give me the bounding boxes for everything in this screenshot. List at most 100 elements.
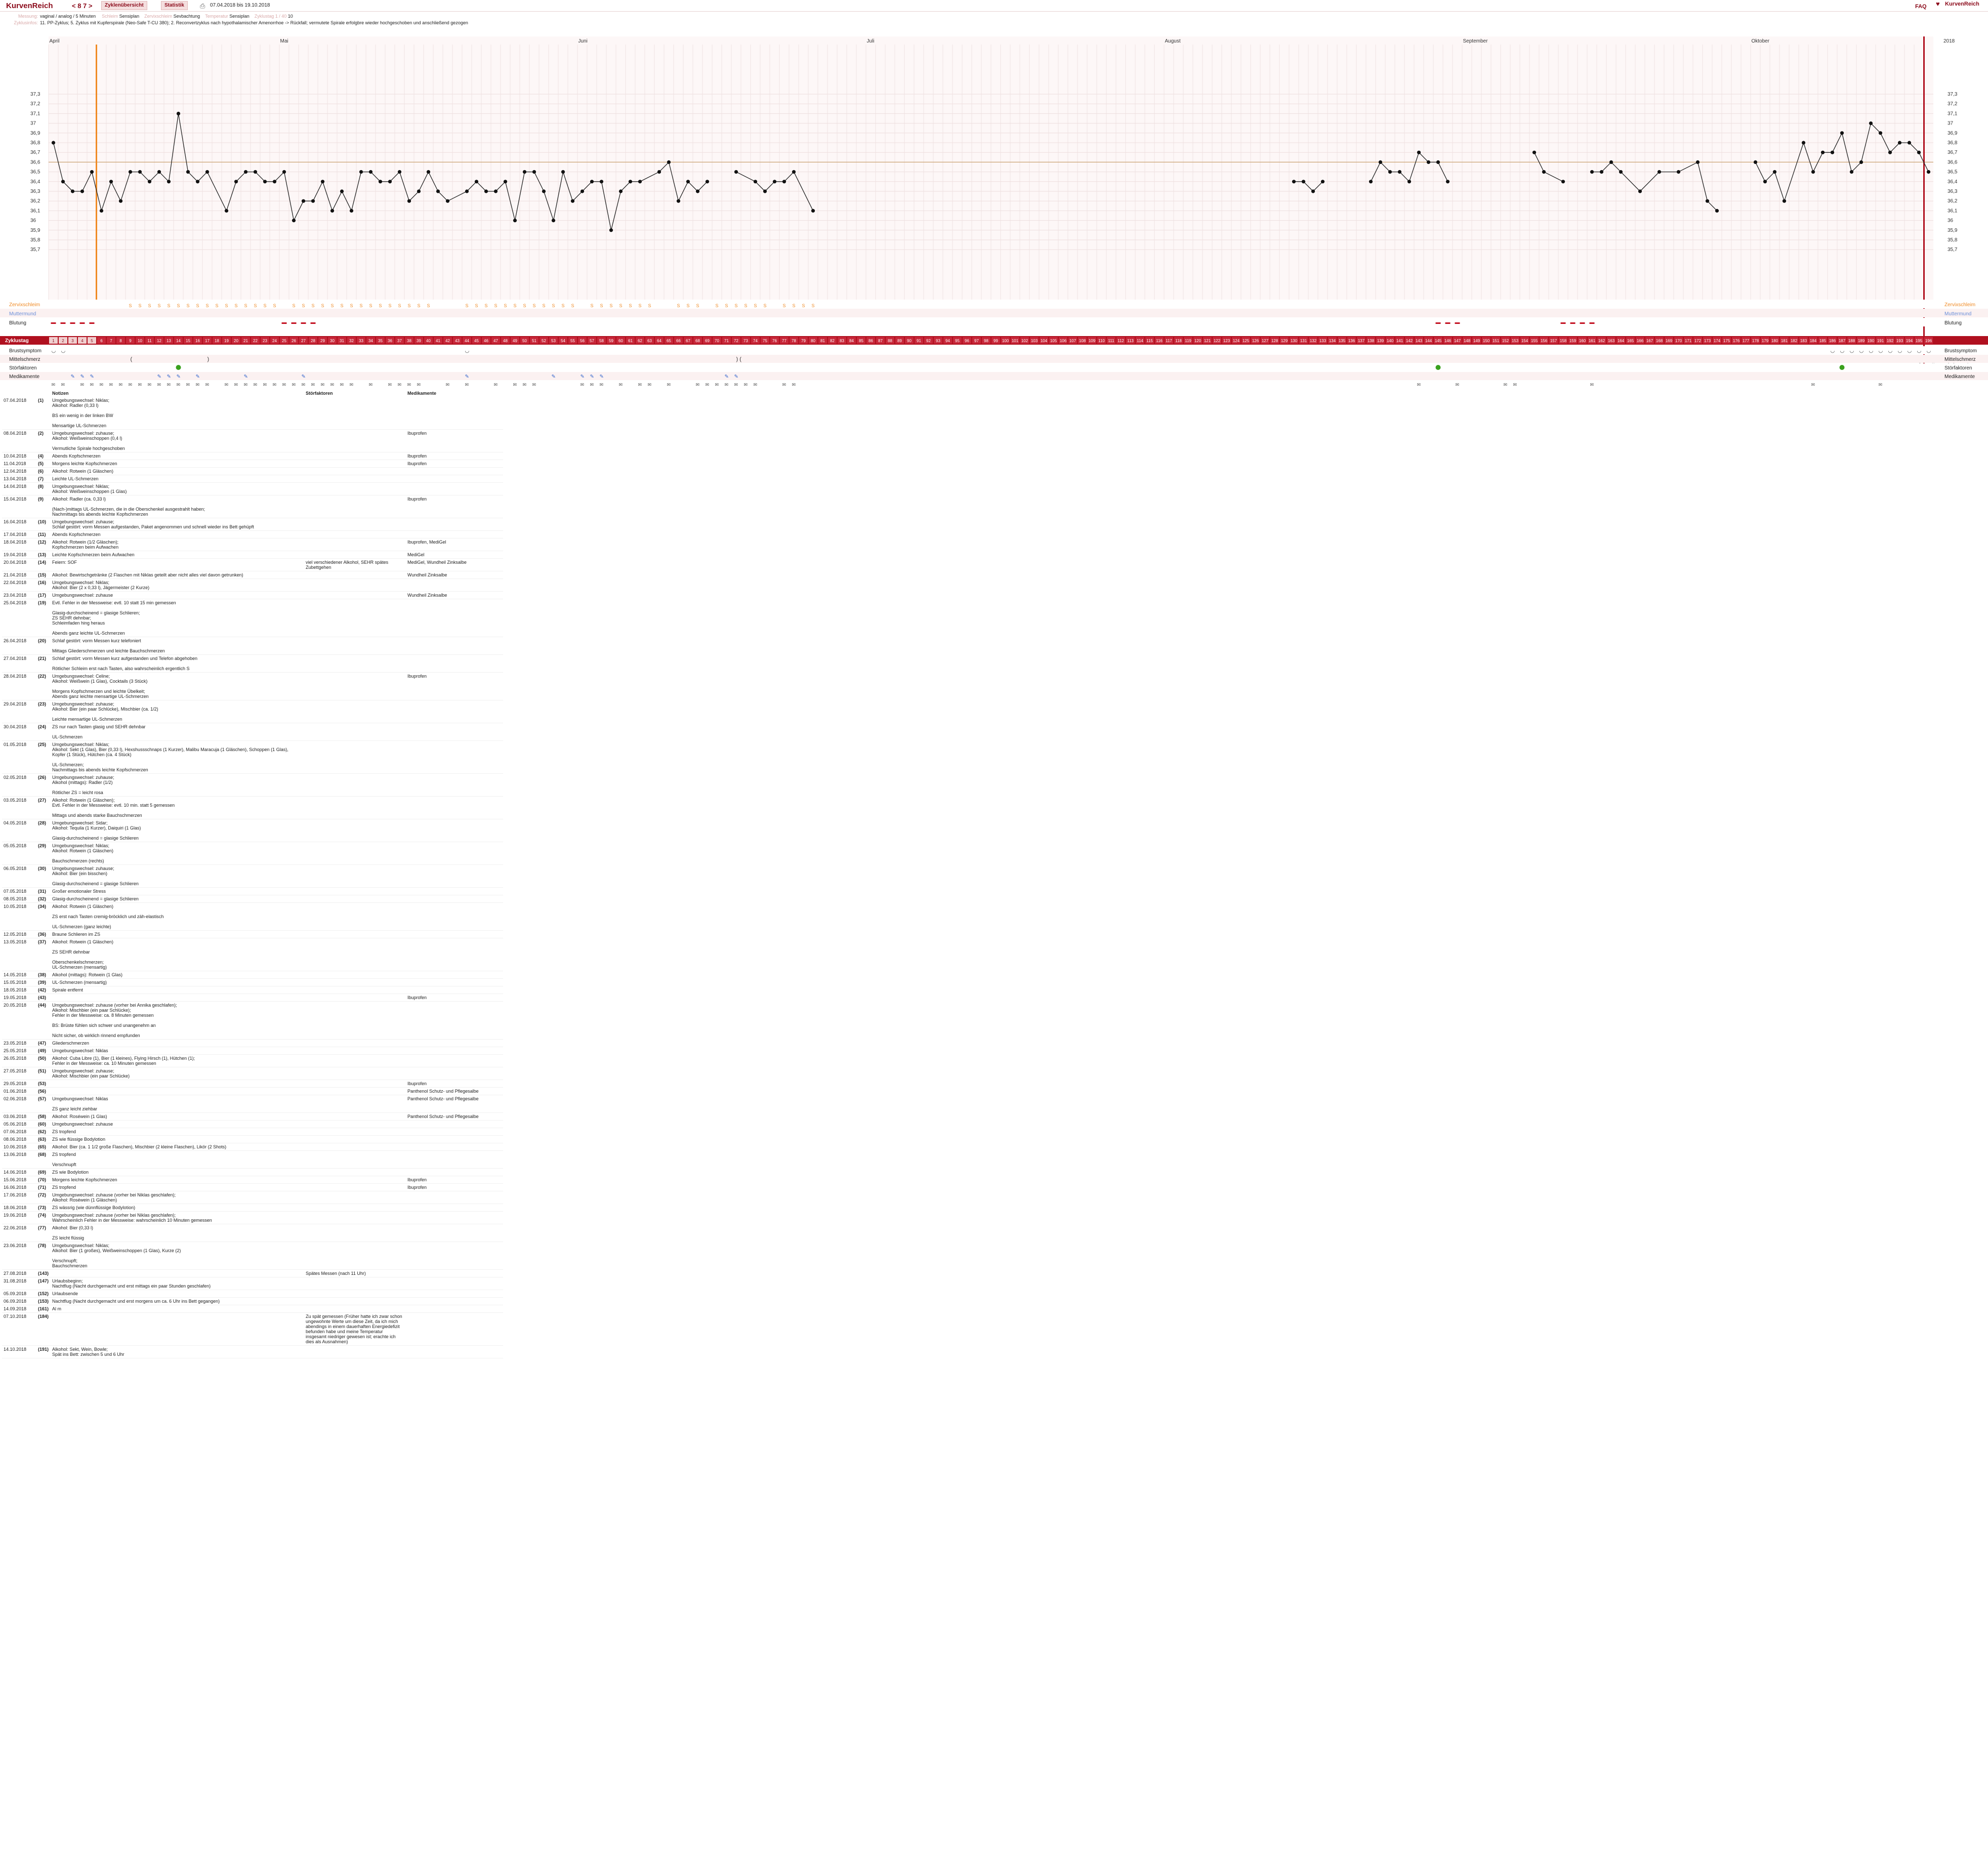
note-icon[interactable]: ✉ — [446, 382, 450, 387]
note-icon[interactable]: ✉ — [513, 382, 517, 387]
mucus-mark: S — [254, 303, 257, 308]
note-icon[interactable]: ✉ — [167, 382, 171, 387]
note-icon[interactable]: ✉ — [388, 382, 392, 387]
note-icon[interactable]: ✉ — [523, 382, 527, 387]
mucus-mark: S — [735, 303, 738, 308]
note-icon[interactable]: ✉ — [600, 382, 604, 387]
statistics-button[interactable]: Statistik — [161, 1, 188, 10]
note-icon[interactable]: ✉ — [754, 382, 758, 387]
note-icon[interactable]: ✉ — [205, 382, 210, 387]
note-icon[interactable]: ✉ — [244, 382, 248, 387]
note-icon[interactable]: ✉ — [590, 382, 594, 387]
note-icon[interactable]: ✉ — [715, 382, 719, 387]
note-icon[interactable]: ✉ — [225, 382, 229, 387]
cycle-day-number: 41 — [436, 339, 440, 343]
note-icon[interactable]: ✉ — [782, 382, 786, 387]
note-icon[interactable]: ✉ — [532, 382, 536, 387]
cycle-day-number: 2 — [62, 339, 64, 343]
note-icon[interactable]: ✉ — [273, 382, 277, 387]
note-icon[interactable]: ✉ — [234, 382, 238, 387]
note-icon[interactable]: ✉ — [129, 382, 133, 387]
note-icon[interactable]: ✉ — [1879, 382, 1883, 387]
note-icon[interactable]: ✉ — [792, 382, 796, 387]
note-icon[interactable]: ✉ — [667, 382, 671, 387]
cycle-navigation[interactable]: < 8 7 > — [72, 2, 92, 10]
note-icon[interactable]: ✉ — [177, 382, 181, 387]
note-disturbance — [304, 1277, 406, 1290]
note-icon[interactable]: ✉ — [744, 382, 748, 387]
note-icon[interactable]: ✉ — [407, 382, 411, 387]
note-date: 18.06.2018 — [2, 1204, 36, 1212]
note-icon[interactable]: ✉ — [369, 382, 373, 387]
note-icon[interactable]: ✉ — [311, 382, 315, 387]
note-icon[interactable]: ✉ — [1513, 382, 1517, 387]
note-date: 26.04.2018 — [2, 637, 36, 655]
cycle-day-number: 52 — [542, 339, 546, 343]
note-icon[interactable]: ✉ — [398, 382, 402, 387]
temp-axis-label-left: 36,3 — [30, 189, 40, 194]
note-icon[interactable]: ✉ — [638, 382, 642, 387]
note-icon[interactable]: ✉ — [1456, 382, 1460, 387]
note-icon[interactable]: ✉ — [648, 382, 652, 387]
note-icon[interactable]: ✉ — [109, 382, 113, 387]
note-icon[interactable]: ✉ — [292, 382, 296, 387]
note-icon[interactable]: ✉ — [417, 382, 421, 387]
cycle-day-number: 150 — [1483, 339, 1490, 343]
note-icon[interactable]: ✉ — [196, 382, 200, 387]
note-icon[interactable]: ✉ — [340, 382, 344, 387]
note-date: 07.04.2018 — [2, 397, 36, 430]
note-icon[interactable]: ✉ — [330, 382, 335, 387]
note-icon[interactable]: ✉ — [61, 382, 65, 387]
note-icon[interactable]: ✉ — [619, 382, 623, 387]
faq-link[interactable]: FAQ — [1915, 4, 1927, 10]
note-icon[interactable]: ✉ — [494, 382, 498, 387]
note-icon[interactable]: ✉ — [148, 382, 152, 387]
meta-inline-value: Sevbachtung — [173, 14, 200, 19]
note-icon[interactable]: ✉ — [734, 382, 738, 387]
note-icon[interactable]: ✉ — [80, 382, 85, 387]
note-icon[interactable]: ✉ — [157, 382, 161, 387]
row-label-right: Muttermund — [1944, 311, 1971, 317]
note-row: 13.04.2018 (7) Leichte UL-Schmerzen — [2, 475, 503, 483]
note-text: Morgens leichte Kopfschmerzen — [51, 460, 304, 468]
note-icon[interactable]: ✉ — [254, 382, 258, 387]
note-icon[interactable]: ✉ — [119, 382, 123, 387]
note-icon[interactable]: ✉ — [138, 382, 142, 387]
note-icon[interactable]: ✉ — [302, 382, 306, 387]
note-icon[interactable]: ✉ — [186, 382, 190, 387]
note-icon[interactable]: ✉ — [52, 382, 56, 387]
cycle-day-number: 160 — [1579, 339, 1586, 343]
note-icon[interactable]: ✉ — [100, 382, 104, 387]
note-medication: Ibuprofen — [406, 994, 503, 1002]
note-icon[interactable]: ✉ — [696, 382, 700, 387]
print-icon[interactable]: ⎙ — [200, 2, 205, 10]
note-icon[interactable]: ✉ — [1811, 382, 1815, 387]
note-row: 23.05.2018 (47) Gliederschmerzen — [2, 1039, 503, 1047]
temperature-point — [532, 170, 536, 174]
cycle-day-number: 133 — [1319, 339, 1327, 343]
note-cycle-day: (27) — [36, 796, 51, 819]
note-icon[interactable]: ✉ — [725, 382, 729, 387]
note-icon[interactable]: ✉ — [321, 382, 325, 387]
note-disturbance — [304, 654, 406, 673]
mucus-mark: S — [543, 303, 546, 308]
note-text: Umgebungswechsel: Celine; Alkohol: Weißw… — [51, 672, 304, 700]
note-icon[interactable]: ✉ — [90, 382, 94, 387]
note-icon[interactable]: ✉ — [581, 382, 585, 387]
mucus-mark: S — [389, 303, 392, 308]
note-icon[interactable]: ✉ — [1590, 382, 1594, 387]
note-icon[interactable]: ✉ — [282, 382, 286, 387]
note-date: 14.04.2018 — [2, 482, 36, 495]
note-icon[interactable]: ✉ — [465, 382, 469, 387]
note-disturbance — [304, 599, 406, 637]
note-icon[interactable]: ✉ — [263, 382, 267, 387]
note-icon[interactable]: ✉ — [1417, 382, 1421, 387]
note-icon[interactable]: ✉ — [350, 382, 354, 387]
temp-axis-label-left: 37,2 — [30, 101, 40, 107]
note-disturbance — [304, 467, 406, 475]
note-icon[interactable]: ✉ — [1504, 382, 1508, 387]
app-logo[interactable]: KurvenReich — [6, 2, 53, 10]
note-text: Alkohol: Bier (0,33 l) ZS leicht flüssig — [51, 1224, 304, 1242]
note-icon[interactable]: ✉ — [706, 382, 710, 387]
cycle-overview-button[interactable]: Zyklenübersicht — [101, 1, 147, 10]
